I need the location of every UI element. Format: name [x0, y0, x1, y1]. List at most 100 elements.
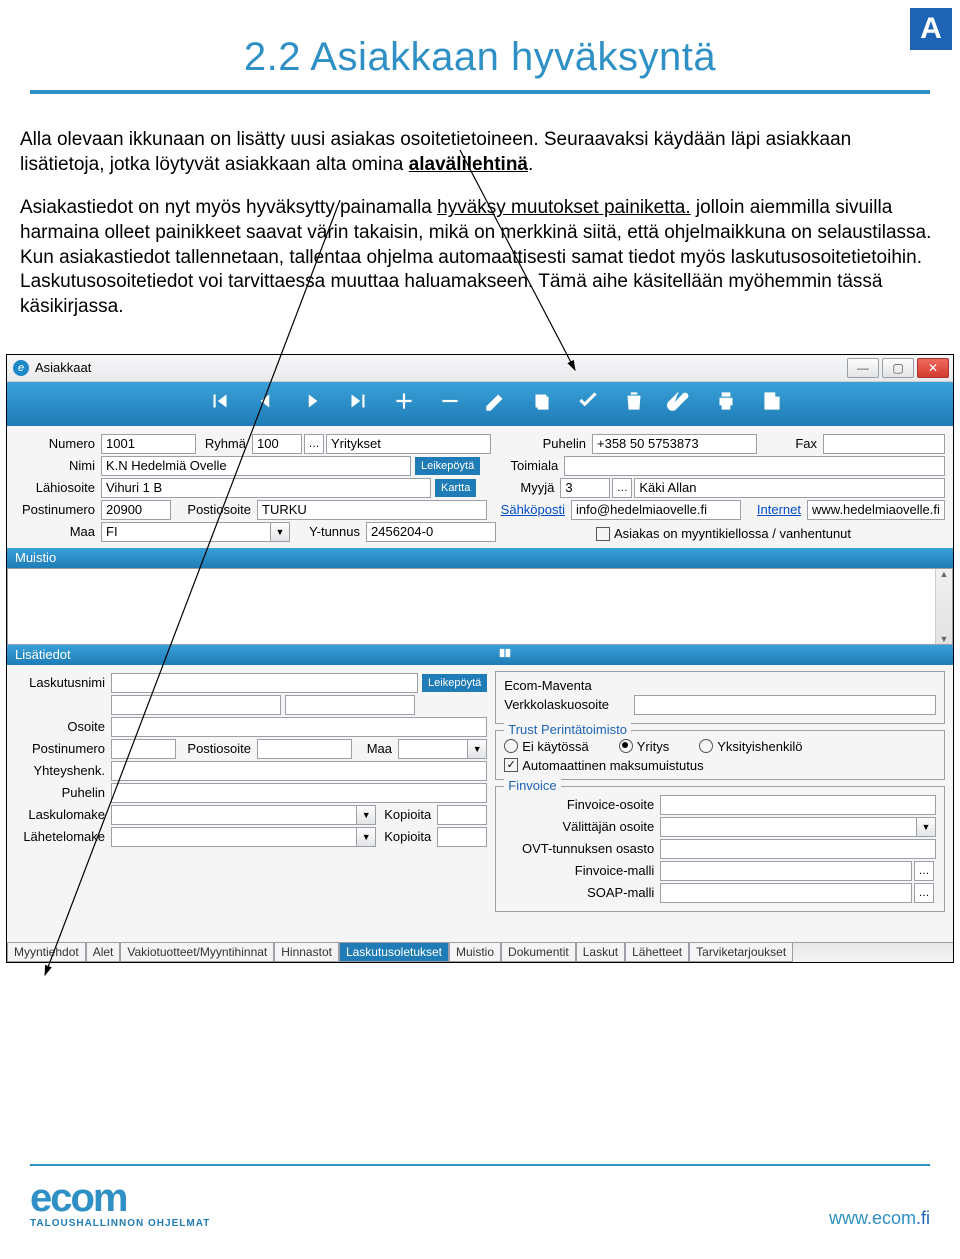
postinumero-input[interactable]: 20900 [101, 500, 171, 520]
postinumero2-label: Postinumero [15, 741, 111, 756]
bottom-tab-8[interactable]: Lähetteet [625, 943, 689, 962]
kopioita2-input[interactable] [437, 827, 487, 847]
internet-label[interactable]: Internet [741, 502, 807, 517]
bottom-tab-9[interactable]: Tarviketarjoukset [689, 943, 793, 962]
valittaja-dropdown-button[interactable]: ▼ [916, 817, 936, 837]
para2-b: hyväksy muutokset painiketta. [437, 197, 690, 218]
bottom-tab-3[interactable]: Hinnastot [274, 943, 339, 962]
laskulomake-dropdown-button[interactable]: ▼ [356, 805, 376, 825]
attach-icon[interactable] [667, 388, 693, 419]
finvoice-malli-button[interactable]: … [914, 861, 934, 881]
trust-radio-company[interactable]: Yritys [619, 739, 670, 754]
internet-input[interactable]: www.hedelmiaovelle.fi [807, 500, 945, 520]
bottom-tab-5[interactable]: Muistio [449, 943, 501, 962]
ytunnus-input[interactable]: 2456204-0 [366, 522, 496, 542]
bottom-tab-7[interactable]: Laskut [576, 943, 625, 962]
kielto-checkbox[interactable]: Asiakas on myyntikiellossa / vanhentunut [596, 526, 851, 541]
muistio-header: Muistio [7, 548, 953, 568]
window-close-button[interactable]: ✕ [917, 358, 949, 378]
numero-input[interactable]: 1001 [101, 434, 196, 454]
laskutusnimi3-input[interactable] [285, 695, 415, 715]
sahkoposti-input[interactable]: info@hedelmiaovelle.fi [571, 500, 741, 520]
ryhma-text[interactable]: Yritykset [326, 434, 491, 454]
laskutusnimi-input[interactable] [111, 673, 418, 693]
kopioita2-label: Kopioita [376, 829, 437, 844]
nimi-input[interactable]: K.N Hedelmiä Ovelle [101, 456, 411, 476]
bottom-tab-2[interactable]: Vakiotuotteet/Myyntihinnat [120, 943, 274, 962]
bottom-tab-1[interactable]: Alet [86, 943, 121, 962]
next-icon[interactable] [299, 388, 325, 419]
laskulomake-input[interactable] [111, 805, 357, 825]
finvoice-malli-input[interactable] [660, 861, 912, 881]
maventa-line2: Verkkolaskuosoite [504, 697, 634, 712]
puhelin-input[interactable]: +358 50 5753873 [592, 434, 757, 454]
soap-button[interactable]: … [914, 883, 934, 903]
osoite-label: Osoite [15, 719, 111, 734]
maventa-input[interactable] [634, 695, 936, 715]
postiosoite-input[interactable]: TURKU [257, 500, 487, 520]
trash-icon[interactable] [621, 388, 647, 419]
trust-radio-private[interactable]: Yksityishenkilö [699, 739, 802, 754]
lahetelomake-dropdown-button[interactable]: ▼ [356, 827, 376, 847]
leikepoyta2-button[interactable]: Leikepöytä [422, 674, 487, 692]
maa2-input[interactable] [398, 739, 468, 759]
kartta-button[interactable]: Kartta [435, 479, 476, 497]
scrollbar[interactable]: ▲▼ [935, 569, 952, 644]
leikepoyta-button[interactable]: Leikepöytä [415, 457, 480, 475]
maa-dropdown-button[interactable]: ▼ [270, 522, 290, 542]
automuistutus-checkbox[interactable]: ✓ Automaattinen maksumuistutus [504, 758, 936, 773]
prev-icon[interactable] [253, 388, 279, 419]
para1-b: alavälilehtinä [409, 154, 528, 175]
ryhma-lookup-button[interactable]: … [304, 434, 324, 454]
postiosoite2-input[interactable] [257, 739, 352, 759]
valittaja-input[interactable] [660, 817, 917, 837]
bottom-tab-0[interactable]: Myyntiehdot [7, 943, 86, 962]
postiosoite2-label: Postiosoite [176, 741, 257, 756]
export-icon[interactable] [759, 388, 785, 419]
fax-input[interactable] [823, 434, 945, 454]
window-maximize-button[interactable]: ▢ [882, 358, 914, 378]
maa2-dropdown-button[interactable]: ▼ [467, 739, 487, 759]
remove-icon[interactable] [437, 388, 463, 419]
last-icon[interactable] [345, 388, 371, 419]
soap-input[interactable] [660, 883, 912, 903]
lisatiedot-book-icon[interactable] [497, 646, 513, 663]
footer-url-a: www.ecom [829, 1208, 916, 1228]
ovt-input[interactable] [660, 839, 936, 859]
lisatiedot-label: Lisätiedot [15, 647, 71, 662]
ryhma-input[interactable]: 100 [252, 434, 302, 454]
maa2-label: Maa [352, 741, 398, 756]
edit-icon[interactable] [483, 388, 509, 419]
bottom-tab-6[interactable]: Dokumentit [501, 943, 576, 962]
confirm-icon[interactable] [575, 388, 601, 419]
puhelin2-input[interactable] [111, 783, 487, 803]
window-minimize-button[interactable]: — [847, 358, 879, 378]
bottom-tab-4[interactable]: Laskutusoletukset [339, 943, 449, 962]
muistio-textarea[interactable]: ▲▼ [7, 568, 953, 645]
osoite-input[interactable] [111, 717, 487, 737]
toimiala-input[interactable] [564, 456, 945, 476]
lahetelomake-input[interactable] [111, 827, 357, 847]
yhteyshenk-input[interactable] [111, 761, 487, 781]
kielto-label: Asiakas on myyntikiellossa / vanhentunut [614, 526, 851, 541]
myyja-text[interactable]: Käki Allan [634, 478, 945, 498]
bottom-tabs: MyyntiehdotAletVakiotuotteet/Myyntihinna… [7, 942, 953, 962]
add-icon[interactable] [391, 388, 417, 419]
myyja-lookup-button[interactable]: … [612, 478, 632, 498]
trust-radio-none[interactable]: Ei käytössä [504, 739, 588, 754]
finvoice-osoite-input[interactable] [660, 795, 936, 815]
postiosoite-label: Postiosoite [171, 502, 257, 517]
postinumero2-input[interactable] [111, 739, 176, 759]
copy-icon[interactable] [529, 388, 555, 419]
window-titlebar: e Asiakkaat — ▢ ✕ [7, 355, 953, 382]
myyja-num-input[interactable]: 3 [560, 478, 610, 498]
laskutusnimi2-input[interactable] [111, 695, 281, 715]
first-icon[interactable] [207, 388, 233, 419]
maa-input[interactable]: FI [101, 522, 271, 542]
kopioita1-label: Kopioita [376, 807, 437, 822]
lahiosoite-input[interactable]: Vihuri 1 B [101, 478, 431, 498]
kopioita1-input[interactable] [437, 805, 487, 825]
sahkoposti-label[interactable]: Sähköposti [487, 502, 571, 517]
print-icon[interactable] [713, 388, 739, 419]
finvoice-group: Finvoice Finvoice-osoite Välittäjän osoi… [495, 786, 945, 912]
